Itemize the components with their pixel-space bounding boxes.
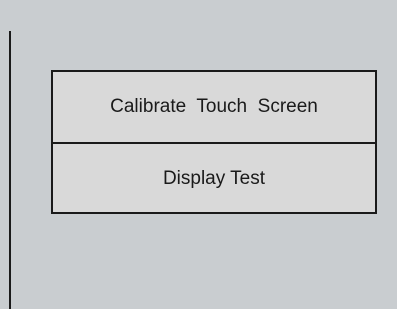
display-test-button[interactable]: Display Test (53, 144, 375, 214)
device-screen: Calibrate Touch Screen Display Test (0, 0, 397, 309)
calibrate-touch-screen-button[interactable]: Calibrate Touch Screen (53, 72, 375, 142)
screen-left-edge (9, 31, 11, 309)
settings-menu: Calibrate Touch Screen Display Test (51, 70, 377, 214)
